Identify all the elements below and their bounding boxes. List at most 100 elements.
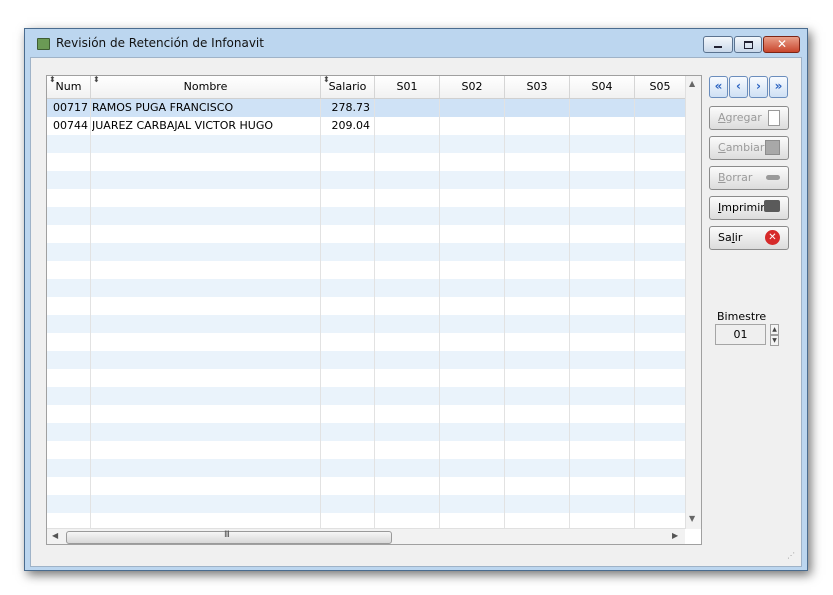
grid-rows: 00717 RAMOS PUGA FRANCISCO 278.73 00744 … [47, 99, 685, 531]
last-record-button[interactable]: » [769, 76, 788, 98]
column-header-label: S01 [396, 80, 418, 93]
column-divider [569, 99, 570, 529]
column-divider [320, 99, 321, 529]
column-header-s03[interactable]: S03 [505, 76, 570, 98]
column-header-s01[interactable]: S01 [375, 76, 440, 98]
empty-row [47, 315, 685, 333]
empty-row [47, 459, 685, 477]
cell-nombre: JUAREZ CARBAJAL VICTOR HUGO [92, 119, 274, 132]
close-window-button[interactable]: ✕ [763, 36, 800, 53]
column-header-s02[interactable]: S02 [440, 76, 505, 98]
chevron-left-icon: ‹ [736, 79, 741, 93]
imprimir-button[interactable]: Imprimir [709, 196, 789, 220]
minimize-button[interactable] [703, 36, 733, 53]
button-label: Salir [718, 231, 743, 244]
maximize-icon [744, 41, 753, 49]
column-divider [439, 99, 440, 529]
cell-salario: 209.04 [331, 119, 371, 132]
bimestre-spinner[interactable]: ▲ ▼ [770, 324, 779, 346]
scroll-up-icon[interactable]: ▲ [689, 79, 695, 88]
empty-row [47, 261, 685, 279]
scroll-down-icon[interactable]: ▼ [689, 514, 695, 523]
table-row[interactable]: 00744 JUAREZ CARBAJAL VICTOR HUGO 209.04 [47, 117, 685, 135]
scroll-right-icon[interactable]: ▶ [672, 531, 678, 540]
empty-row [47, 441, 685, 459]
sort-icon: ⬍ [93, 75, 100, 84]
horizontal-scrollbar[interactable]: ◀ III ▶ [47, 528, 685, 544]
previous-record-button[interactable]: ‹ [729, 76, 748, 98]
column-header-label: S04 [591, 80, 613, 93]
empty-row [47, 387, 685, 405]
column-divider [504, 99, 505, 529]
empty-row [47, 225, 685, 243]
column-header-num[interactable]: ⬍ Num [47, 76, 91, 98]
employee-grid[interactable]: ⬍ Num ⬍ Nombre ⬍ Salario S01 S02 S03 S04 S0… [46, 75, 702, 545]
empty-row [47, 135, 685, 153]
borrar-button[interactable]: Borrar [709, 166, 789, 190]
button-label: Borrar [718, 171, 753, 184]
bimestre-label: Bimestre [717, 310, 767, 323]
empty-row [47, 351, 685, 369]
agregar-button[interactable]: Agregar [709, 106, 789, 130]
column-header-label: Salario [328, 80, 367, 93]
new-document-icon [768, 110, 780, 126]
bimestre-input[interactable]: 01 [715, 324, 766, 345]
empty-row [47, 279, 685, 297]
column-header-s04[interactable]: S04 [570, 76, 635, 98]
cell-salario: 278.73 [331, 101, 371, 114]
minus-pill-icon [766, 175, 780, 180]
edit-image-icon [765, 140, 780, 155]
first-record-button[interactable]: « [709, 76, 728, 98]
cambiar-button[interactable]: Cambiar [709, 136, 789, 160]
column-header-label: S03 [526, 80, 548, 93]
empty-row [47, 495, 685, 513]
printer-icon [764, 200, 780, 212]
empty-row [47, 369, 685, 387]
salir-button[interactable]: Salir ✕ [709, 226, 789, 250]
column-header-nombre[interactable]: ⬍ Nombre [91, 76, 321, 98]
empty-row [47, 423, 685, 441]
minimize-icon [714, 46, 722, 48]
column-header-salario[interactable]: ⬍ Salario [321, 76, 375, 98]
column-header-s05[interactable]: S05 [635, 76, 685, 98]
spin-up-icon[interactable]: ▲ [770, 324, 779, 335]
column-header-label: Nombre [183, 80, 228, 93]
spin-down-icon[interactable]: ▼ [770, 335, 779, 346]
app-window: Revisión de Retención de Infonavit ✕ ⬍ Nu… [24, 28, 808, 571]
column-divider [374, 99, 375, 529]
cell-num: 00744 [53, 119, 88, 132]
column-header-label: S02 [461, 80, 483, 93]
cell-num: 00717 [53, 101, 88, 114]
vertical-scrollbar[interactable]: ▲ ▼ [685, 76, 701, 529]
button-label: Cambiar [718, 141, 765, 154]
maximize-button[interactable] [734, 36, 762, 53]
next-record-button[interactable]: › [749, 76, 768, 98]
window-title: Revisión de Retención de Infonavit [56, 36, 264, 50]
empty-row [47, 477, 685, 495]
table-row[interactable]: 00717 RAMOS PUGA FRANCISCO 278.73 [47, 99, 685, 117]
column-divider [634, 99, 635, 529]
sort-icon: ⬍ [323, 75, 330, 84]
empty-row [47, 171, 685, 189]
empty-row [47, 333, 685, 351]
button-label: Agregar [718, 111, 762, 124]
column-header-label: Num [55, 80, 82, 93]
close-red-icon: ✕ [765, 230, 780, 245]
empty-row [47, 153, 685, 171]
client-area: ⬍ Num ⬍ Nombre ⬍ Salario S01 S02 S03 S04 S0… [30, 57, 802, 567]
close-icon: ✕ [777, 37, 788, 51]
screen-background: Revisión de Retención de Infonavit ✕ ⬍ Nu… [0, 0, 833, 595]
scroll-grip: III [224, 530, 230, 540]
empty-row [47, 207, 685, 225]
title-bar[interactable]: Revisión de Retención de Infonavit ✕ [25, 29, 807, 57]
column-divider [90, 99, 91, 529]
column-header-label: S05 [649, 80, 671, 93]
scroll-left-icon[interactable]: ◀ [52, 531, 58, 540]
empty-row [47, 405, 685, 423]
grid-header: ⬍ Num ⬍ Nombre ⬍ Salario S01 S02 S03 S04 S0… [47, 76, 685, 99]
empty-row [47, 243, 685, 261]
horizontal-scroll-thumb[interactable]: III [66, 530, 392, 544]
empty-row [47, 297, 685, 315]
empty-row [47, 189, 685, 207]
resize-grip-icon[interactable]: ⋰ [787, 551, 795, 560]
